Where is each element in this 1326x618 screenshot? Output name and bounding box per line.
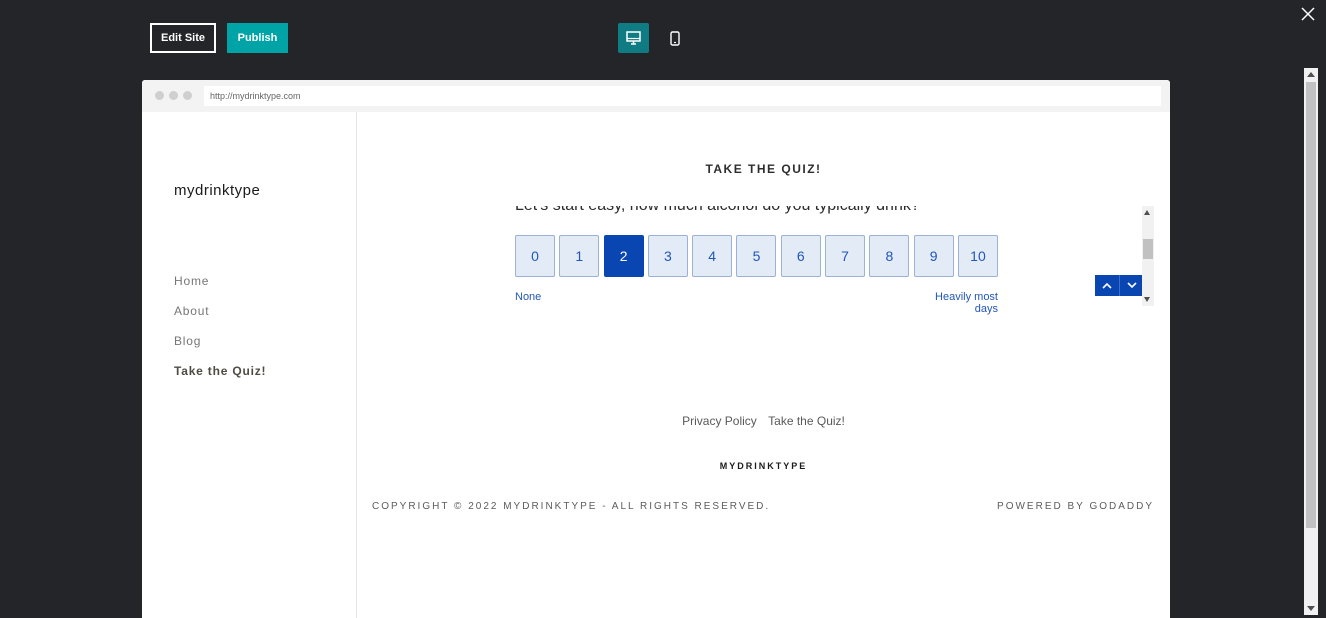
site-sidebar: mydrinktype Home About Blog Take the Qui… [142,112,357,618]
browser-preview: http://mydrinktype.com mydrinktype Home … [142,80,1170,618]
copyright-text: COPYRIGHT © 2022 MYDRINKTYPE - ALL RIGHT… [372,501,771,512]
footer-link-quiz[interactable]: Take the Quiz! [768,414,845,428]
quiz-navigation [1095,275,1144,296]
next-question-button[interactable] [1119,275,1144,296]
scale-option-0[interactable]: 0 [515,235,555,277]
publish-button[interactable]: Publish [227,23,288,53]
powered-by-text: POWERED BY [997,501,1090,512]
desktop-view-button[interactable] [618,23,649,53]
scale-option-9[interactable]: 9 [913,235,954,277]
scroll-down-arrow[interactable] [1144,297,1150,302]
page-scroll-up-arrow[interactable] [1307,72,1315,77]
previous-question-button[interactable] [1095,275,1119,296]
scale-option-1[interactable]: 1 [559,235,600,277]
footer-links: Privacy Policy Take the Quiz! [357,414,1170,428]
scale-min-label: None [515,291,542,303]
scale-option-5[interactable]: 5 [736,235,777,277]
mobile-view-button[interactable] [659,23,690,53]
nav-take-the-quiz[interactable]: Take the Quiz! [174,364,266,378]
footer-brand: MYDRINKTYPE [719,461,808,471]
desktop-icon [626,31,641,45]
url-field: http://mydrinktype.com [204,86,1161,106]
chevron-up-icon [1102,282,1112,289]
scroll-thumb[interactable] [1143,239,1153,259]
scale-option-6[interactable]: 6 [780,235,821,277]
scale-option-2[interactable]: 2 [603,235,644,277]
window-dot [155,91,164,100]
footer-link-privacy[interactable]: Privacy Policy [682,414,757,428]
quiz-heading: TAKE THE QUIZ! [705,162,822,176]
close-icon [1301,7,1315,21]
scale-option-4[interactable]: 4 [692,235,733,277]
scale-option-7[interactable]: 7 [825,235,866,277]
quiz-scrollbar[interactable] [1142,206,1154,306]
godaddy-link[interactable]: GODADDY [1089,501,1154,512]
scale-option-10[interactable]: 10 [957,235,998,277]
page-scroll-thumb[interactable] [1306,82,1316,528]
page-scrollbar[interactable] [1304,68,1318,615]
nav-about[interactable]: About [174,304,209,318]
site-logo[interactable]: mydrinktype [174,182,260,199]
rating-scale: 0 1 2 3 4 5 6 7 8 9 10 [515,235,1002,278]
browser-address-bar: http://mydrinktype.com [142,80,1170,112]
scale-max-label: Heavily most days [935,291,998,315]
window-dot [169,91,178,100]
chevron-down-icon [1127,282,1137,289]
quiz-question: Let's start easy, how much alcohol do yo… [515,206,920,215]
page-scroll-down-arrow[interactable] [1307,606,1315,611]
mobile-icon [669,30,680,46]
edit-site-button[interactable]: Edit Site [150,23,216,53]
close-preview-button[interactable] [1298,4,1318,24]
scale-option-3[interactable]: 3 [647,235,688,277]
scroll-up-arrow[interactable] [1144,210,1150,215]
powered-by: POWERED BY GODADDY [997,501,1154,512]
window-dot [183,91,192,100]
nav-blog[interactable]: Blog [174,334,201,348]
scale-option-8[interactable]: 8 [869,235,910,277]
nav-home[interactable]: Home [174,274,209,288]
